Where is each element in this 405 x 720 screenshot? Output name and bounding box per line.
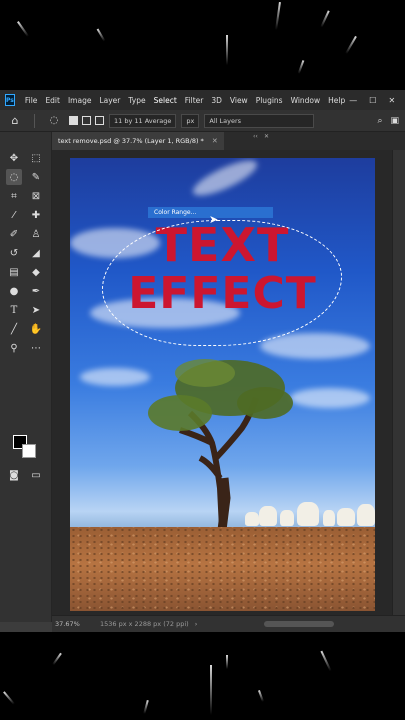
crop-tool-icon[interactable]: ⌗ bbox=[6, 188, 22, 204]
background-color-swatch[interactable] bbox=[22, 444, 36, 458]
options-bar: ⌂ ◌ 11 by 11 Average px All Layers ⌕ ▣ bbox=[0, 110, 405, 132]
document-tab-title: text remove.psd @ 37.7% (Layer 1, RGB/8)… bbox=[58, 137, 204, 145]
more-tools-icon[interactable]: ⋯ bbox=[28, 340, 44, 356]
screen-mode-icon[interactable]: ▭ bbox=[28, 467, 44, 483]
new-selection-icon[interactable] bbox=[69, 116, 78, 125]
menu-window[interactable]: Window bbox=[287, 96, 325, 105]
close-icon[interactable]: ✕ bbox=[388, 96, 395, 105]
right-panel-strip bbox=[392, 150, 405, 615]
zoom-level[interactable]: 37.67% bbox=[52, 620, 100, 628]
home-icon[interactable]: ⌂ bbox=[0, 114, 30, 127]
document-tab[interactable]: text remove.psd @ 37.7% (Layer 1, RGB/8)… bbox=[52, 132, 224, 150]
divider bbox=[34, 113, 35, 128]
quick-mask-icon[interactable]: ◙ bbox=[6, 467, 22, 483]
eraser-icon[interactable]: ◢ bbox=[28, 245, 44, 261]
options-right: ⌕ ▣ bbox=[377, 116, 405, 126]
panel-collapse-icon[interactable]: ‹‹ bbox=[253, 133, 258, 140]
tab-close-icon[interactable]: ✕ bbox=[212, 137, 218, 145]
ground-texture bbox=[70, 527, 375, 611]
canvas-image[interactable]: TEXT EFFECT Color Range... ➤ bbox=[70, 158, 375, 611]
history-brush-icon[interactable]: ↺ bbox=[6, 245, 22, 261]
menu-bar: Ps File Edit Image Layer Type Select Fil… bbox=[0, 90, 405, 110]
menu-file[interactable]: File bbox=[21, 96, 42, 105]
text-effect-line2: EFFECT bbox=[128, 268, 317, 319]
menu-3d[interactable]: 3D bbox=[207, 96, 226, 105]
photoshop-logo: Ps bbox=[5, 94, 15, 106]
hand-tool-icon[interactable]: ✋ bbox=[28, 321, 44, 337]
panel-close-icon[interactable]: ✕ bbox=[264, 133, 269, 140]
object-select-icon[interactable]: ✎ bbox=[28, 169, 44, 185]
text-effect-line1: TEXT bbox=[155, 218, 290, 272]
frame-tool-icon[interactable]: ⊠ bbox=[28, 188, 44, 204]
menu-layer[interactable]: Layer bbox=[95, 96, 124, 105]
clone-stamp-icon[interactable]: ♙ bbox=[28, 226, 44, 242]
lasso-preset-icon[interactable]: ◌ bbox=[39, 115, 69, 126]
menu-image[interactable]: Image bbox=[64, 96, 96, 105]
dodge-icon[interactable]: ● bbox=[6, 283, 22, 299]
menu-filter[interactable]: Filter bbox=[181, 96, 208, 105]
menu-type[interactable]: Type bbox=[124, 96, 149, 105]
eyedropper-icon[interactable]: ⁄ bbox=[6, 207, 22, 223]
window-controls: — ☐ ✕ bbox=[349, 96, 405, 105]
marquee-tool-icon[interactable]: ⬚ bbox=[28, 150, 44, 166]
menu-help[interactable]: Help bbox=[324, 96, 349, 105]
horizontal-scrollbar[interactable] bbox=[264, 621, 334, 627]
sample-size-dropdown[interactable]: 11 by 11 Average bbox=[109, 113, 177, 128]
workspace-icon[interactable]: ▣ bbox=[390, 116, 399, 126]
healing-brush-icon[interactable]: ✚ bbox=[28, 207, 44, 223]
menu-view[interactable]: View bbox=[226, 96, 252, 105]
brush-tool-icon[interactable]: ✐ bbox=[6, 226, 22, 242]
document-tabs: text remove.psd @ 37.7% (Layer 1, RGB/8)… bbox=[52, 132, 405, 150]
tools-panel: ✥ ⬚ ◌ ✎ ⌗ ⊠ ⁄ ✚ ✐ ♙ ↺ ◢ ▤ ◆ ● ✒ T ➤ ╱ ✋ … bbox=[0, 132, 52, 622]
chevron-right-icon[interactable]: › bbox=[195, 620, 198, 628]
rock-formation bbox=[245, 498, 375, 528]
pen-tool-icon[interactable]: ✒ bbox=[28, 283, 44, 299]
line-tool-icon[interactable]: ╱ bbox=[6, 321, 22, 337]
selection-modes bbox=[69, 116, 104, 125]
menu-select[interactable]: Select bbox=[150, 96, 181, 105]
document-info: 1536 px x 2288 px (72 ppi) bbox=[100, 620, 189, 628]
add-selection-icon[interactable] bbox=[82, 116, 91, 125]
move-tool-icon[interactable]: ✥ bbox=[6, 150, 22, 166]
maximize-icon[interactable]: ☐ bbox=[369, 96, 376, 105]
type-tool-icon[interactable]: T bbox=[6, 302, 22, 318]
blur-icon[interactable]: ◆ bbox=[28, 264, 44, 280]
photoshop-window: Ps File Edit Image Layer Type Select Fil… bbox=[0, 90, 405, 632]
path-select-icon[interactable]: ➤ bbox=[28, 302, 44, 318]
cursor-pointer-icon: ➤ bbox=[209, 213, 219, 226]
zoom-tool-icon[interactable]: ⚲ bbox=[6, 340, 22, 356]
menu-plugins[interactable]: Plugins bbox=[252, 96, 287, 105]
sample-layers-dropdown[interactable]: All Layers bbox=[204, 113, 315, 128]
subtract-selection-icon[interactable] bbox=[95, 116, 104, 125]
minimize-icon[interactable]: — bbox=[349, 96, 357, 105]
menu-edit[interactable]: Edit bbox=[41, 96, 64, 105]
document-workspace: TEXT EFFECT Color Range... ➤ bbox=[52, 150, 392, 615]
tolerance-field[interactable]: px bbox=[181, 113, 200, 128]
lasso-tool-icon[interactable]: ◌ bbox=[6, 169, 22, 185]
search-icon[interactable]: ⌕ bbox=[377, 116, 382, 126]
gradient-icon[interactable]: ▤ bbox=[6, 264, 22, 280]
status-bar: 37.67% 1536 px x 2288 px (72 ppi) › bbox=[52, 615, 405, 632]
